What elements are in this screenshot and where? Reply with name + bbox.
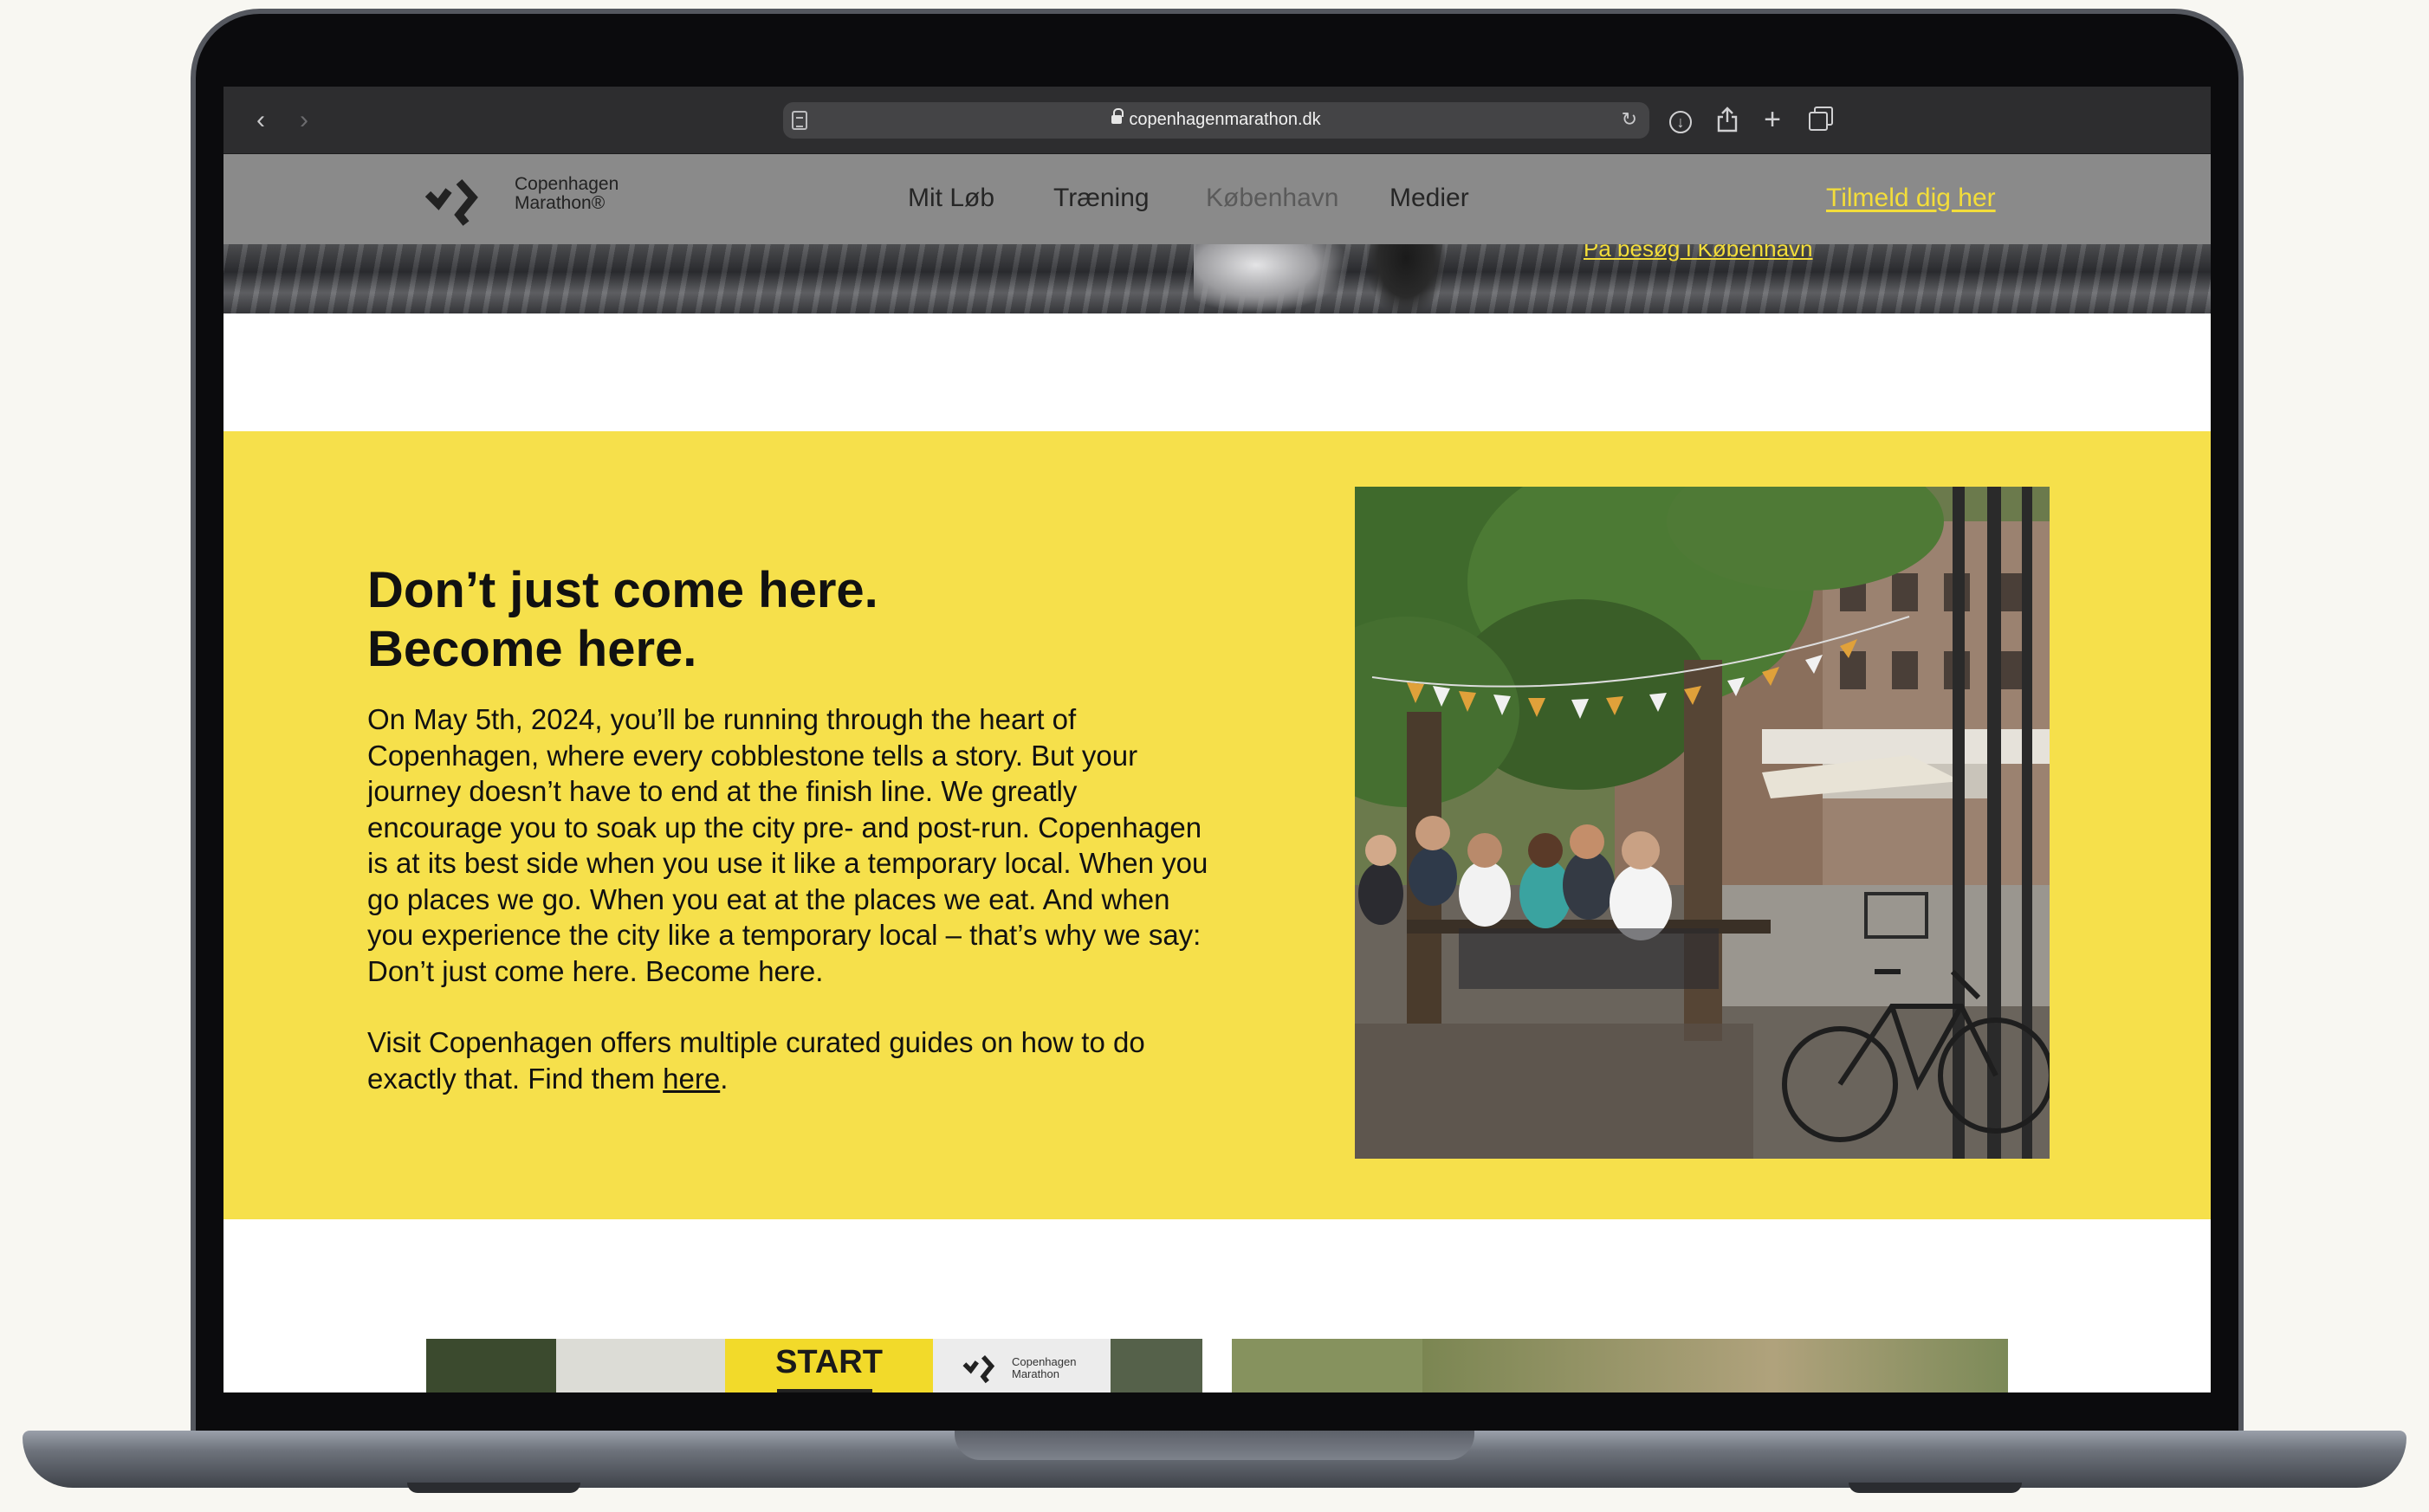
forward-button[interactable]: › [289,106,319,135]
body-paragraph-1: On May 5th, 2024, you’ll be running thro… [367,701,1268,989]
nav-traening[interactable]: Træning [1053,184,1150,213]
street-cafe-photo [1355,487,2050,1159]
logo-line-1: Copenhagen [515,174,619,194]
new-tab-icon[interactable]: + [1757,104,1788,135]
logo-line-2: Marathon® [515,193,606,213]
guides-here-link[interactable]: here [663,1063,720,1095]
hero-runner-shape [1194,244,1350,313]
logo-wordmark: Copenhagen Marathon® [515,175,619,213]
card-logo-line-2: Marathon [1012,1367,1059,1380]
headline-line-2: Become here. [367,621,697,677]
body-line: exactly that. Find them [367,1062,664,1095]
card-start-line[interactable]: START Copenhagen Marathon [426,1339,1202,1392]
laptop-opening-notch [955,1431,1474,1460]
download-icon[interactable]: ↓ [1665,104,1696,135]
site-header: Copenhagen Marathon® Mit Løb Træning Køb… [223,154,2211,244]
nav-kobenhavn[interactable]: København [1206,184,1338,213]
hero-runner-shape-dark [1367,244,1445,313]
feature-section: Don’t just come here. Become here. On Ma… [223,431,2211,1219]
section-headline: Don’t just come here. Become here. [367,561,1147,679]
reload-icon[interactable]: ↻ [1622,110,1637,129]
signup-link[interactable]: Tilmeld dig her [1826,184,1996,213]
nav-mit-lob[interactable]: Mit Løb [908,184,994,213]
card-logo-line-1: Copenhagen [1012,1355,1077,1368]
tab-overview-icon[interactable] [1804,104,1835,135]
card-logo: Copenhagen Marathon [962,1353,1109,1391]
screen: ‹ › copenhagenmarathon.dk ↻ ↓ + Copenhag… [223,87,2211,1392]
body-line: Visit Copenhagen offers multiple curated… [367,1026,1145,1058]
body-line: Copenhagen, where every cobblestone tell… [367,739,1138,772]
address-bar[interactable]: copenhagenmarathon.dk ↻ [783,102,1649,139]
body-line: you experience the city like a temporary… [367,919,1202,951]
street-cafe-illustration [1355,487,2050,1159]
lock-icon [1111,108,1124,126]
card-park-scene[interactable] [1232,1339,2008,1392]
body-line: Don’t just come here. Become here. [367,954,824,987]
url-text: copenhagenmarathon.dk [1129,110,1321,129]
card-left-scaffold [1111,1339,1202,1392]
headline-line-1: Don’t just come here. [367,562,878,618]
body-line: encourage you to soak up the city pre- a… [367,811,1202,843]
card-left-tree-shade [426,1339,556,1392]
card-left-banner [556,1339,725,1392]
start-sign: START [725,1339,933,1392]
browser-toolbar: ‹ › copenhagenmarathon.dk ↻ ↓ + [223,87,2211,154]
card-logo-wordmark: Copenhagen Marathon [1012,1356,1076,1380]
hero-visit-link[interactable]: På besøg i København [1584,244,1813,260]
body-line: is at its best side when you use it like… [367,847,1208,879]
body-line: journey doesn’t have to end at the finis… [367,775,1078,807]
share-icon[interactable] [1712,104,1743,135]
nav-medier[interactable]: Medier [1389,184,1469,213]
site-logo[interactable]: Copenhagen Marathon® [424,170,650,230]
section-body: On May 5th, 2024, you’ll be running thro… [367,701,1268,1096]
laptop-foot-left [407,1483,580,1493]
hero-image: På besøg i København [223,244,2211,313]
card-logo-mark-icon [962,1355,995,1384]
body-line: On May 5th, 2024, you’ll be running thro… [367,703,1077,735]
body-paragraph-2: Visit Copenhagen offers multiple curated… [367,1024,1268,1096]
body-line-end: . [720,1062,729,1095]
logo-mark-icon [424,179,478,226]
body-line: go places we go. When you eat at the pla… [367,882,1170,915]
laptop-foot-right [1849,1483,2022,1493]
card-right-carousel [1422,1339,2008,1392]
back-button[interactable]: ‹ [246,106,275,135]
url-display[interactable]: copenhagenmarathon.dk [783,108,1649,130]
